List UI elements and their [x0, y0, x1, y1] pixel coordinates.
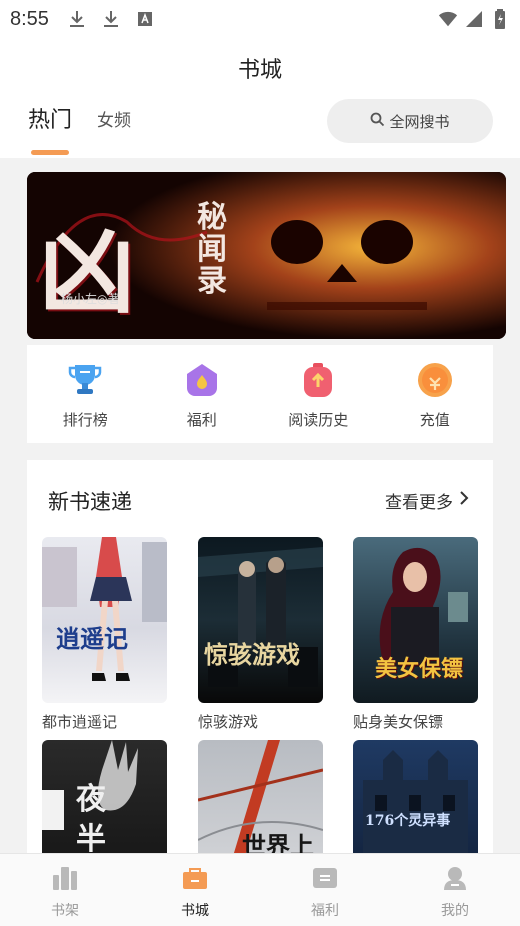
- search-button[interactable]: 全网搜书: [327, 99, 493, 143]
- trophy-icon: [66, 361, 104, 399]
- tab-hot[interactable]: 热门: [28, 102, 72, 134]
- profile-icon: [442, 866, 468, 894]
- nav-profile[interactable]: 我的: [390, 854, 520, 926]
- book-card[interactable]: 逍遥记 都市逍遥记: [42, 537, 167, 732]
- nav-label: 我的: [441, 903, 469, 919]
- status-time: 8:55: [10, 7, 49, 30]
- welfare-icon: [312, 866, 338, 894]
- see-more-label: 查看更多: [385, 493, 453, 513]
- gift-icon: [183, 361, 221, 399]
- search-label: 全网搜书: [389, 112, 450, 131]
- book-title: 贴身美女保镖: [353, 713, 444, 731]
- banner-subtitle: 秘闻录: [197, 200, 227, 299]
- new-books-section: 新书速递 查看更多 逍遥记 都市逍遥记 惊骇游戏 惊骇游戏 美女保镖 贴身美女保…: [27, 460, 493, 906]
- quick-menu-label: 阅读历史: [288, 411, 349, 429]
- banner-author: 杨小左◎著: [61, 292, 120, 306]
- download-icon: [67, 9, 87, 29]
- quick-menu-welfare[interactable]: 福利: [144, 345, 261, 443]
- bookstore-icon: [182, 866, 208, 894]
- book-cover: 逍遥记: [42, 537, 167, 703]
- book-card[interactable]: 美女保镖 贴身美女保镖: [353, 537, 478, 732]
- nav-bookshelf[interactable]: 书架: [0, 854, 130, 926]
- status-bar: 8:55: [0, 0, 520, 38]
- cover-title: 惊骇游戏: [204, 640, 300, 669]
- quick-menu-label: 充值: [419, 411, 450, 429]
- banner-title: 凶: [39, 215, 135, 328]
- app-notification-icon: [135, 9, 155, 29]
- quick-menu-history[interactable]: 阅读历史: [260, 345, 377, 443]
- cover-title: 176个灵异事: [365, 813, 451, 829]
- quick-menu: 排行榜 福利 阅读历史 充值: [27, 345, 493, 443]
- book-card[interactable]: 惊骇游戏 惊骇游戏: [198, 537, 323, 732]
- quick-menu-label: 排行榜: [62, 411, 108, 429]
- book-cover: 美女保镖: [353, 537, 478, 703]
- quick-menu-label: 福利: [186, 411, 217, 429]
- cover-title: 美女保镖: [375, 656, 464, 682]
- page-title: 书城: [237, 58, 282, 83]
- wifi-icon: [438, 9, 458, 29]
- banner[interactable]: 凶 秘闻录 杨小左◎著: [27, 172, 506, 339]
- book-cover: 惊骇游戏: [198, 537, 323, 703]
- nav-bookstore[interactable]: 书城: [130, 854, 260, 926]
- nav-label: 福利: [311, 903, 339, 919]
- active-tab-indicator: [31, 150, 69, 155]
- battery-icon: [490, 9, 510, 29]
- section-title: 新书速递: [48, 490, 132, 514]
- tab-female[interactable]: 女频: [97, 106, 131, 131]
- see-more-link[interactable]: 查看更多: [385, 488, 469, 513]
- nav-label: 书架: [51, 903, 79, 919]
- nav-welfare[interactable]: 福利: [260, 854, 390, 926]
- cover-title: 逍遥记: [56, 624, 128, 653]
- search-icon: [370, 112, 385, 131]
- signal-icon: [464, 9, 484, 29]
- quick-menu-recharge[interactable]: 充值: [377, 345, 494, 443]
- book-title: 都市逍遥记: [42, 713, 118, 731]
- nav-label: 书城: [181, 903, 209, 919]
- book-title: 惊骇游戏: [198, 713, 259, 731]
- history-icon: [299, 361, 337, 399]
- chevron-right-icon: [459, 490, 469, 511]
- bottom-nav: 书架 书城 福利 我的: [0, 853, 520, 926]
- cover-title: 夜半: [76, 782, 106, 857]
- header: 书城 热门 女频 全网搜书: [0, 38, 520, 158]
- quick-menu-ranking[interactable]: 排行榜: [27, 345, 144, 443]
- download-icon: [101, 9, 121, 29]
- bookshelf-icon: [52, 866, 78, 894]
- coin-icon: [416, 361, 454, 399]
